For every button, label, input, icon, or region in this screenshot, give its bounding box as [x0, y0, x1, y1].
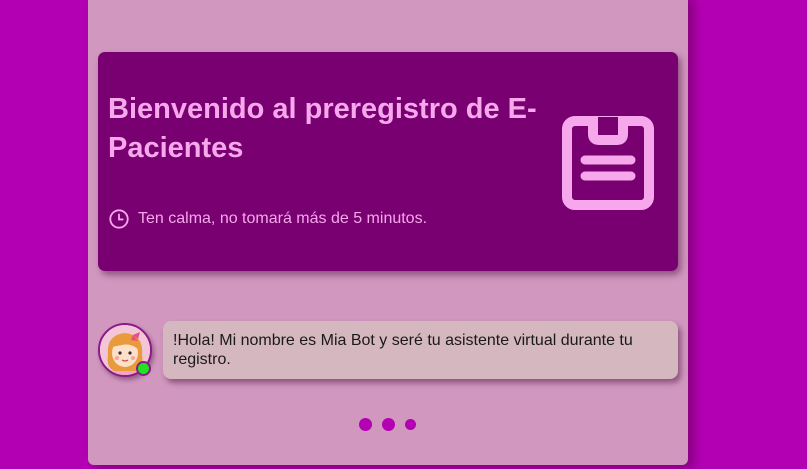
typing-dot: [405, 419, 416, 430]
welcome-card: Bienvenido al preregistro de E-Pacientes…: [98, 52, 678, 271]
clipboard-icon: [562, 116, 654, 210]
page: Bienvenido al preregistro de E-Pacientes…: [0, 0, 807, 469]
time-note: Ten calma, no tomará más de 5 minutos.: [108, 208, 427, 230]
typing-dot: [382, 418, 395, 431]
clock-icon: [109, 209, 129, 229]
welcome-title: Bienvenido al preregistro de E-Pacientes: [108, 93, 537, 164]
online-status-dot: [136, 361, 151, 376]
bot-message-row: !Hola! Mi nombre es Mia Bot y seré tu as…: [98, 321, 678, 381]
bot-message-bubble: !Hola! Mi nombre es Mia Bot y seré tu as…: [163, 321, 678, 379]
typing-indicator: [359, 418, 416, 431]
time-note-text: Ten calma, no tomará más de 5 minutos.: [138, 210, 428, 227]
typing-dot: [359, 418, 372, 431]
